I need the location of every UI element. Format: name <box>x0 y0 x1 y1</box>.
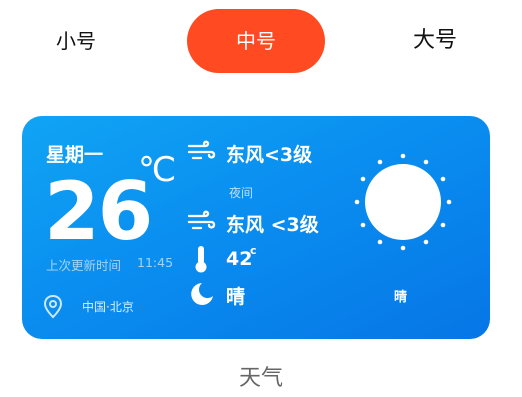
thermometer-icon <box>192 244 210 278</box>
location-pin-icon <box>42 294 64 324</box>
wind-icon <box>187 210 217 238</box>
tab-small[interactable]: 小号 <box>22 9 130 73</box>
current-temperature: 26 <box>44 165 153 258</box>
night-temperature: 42 <box>226 248 253 270</box>
updated-time: 11:45 <box>137 255 174 270</box>
night-condition: 晴 <box>226 286 246 308</box>
widget-caption: 天气 <box>238 366 283 391</box>
weekday-label: 星期一 <box>46 144 104 166</box>
day-condition: 晴 <box>394 290 408 305</box>
sun-icon <box>350 149 456 259</box>
weather-widget-card[interactable]: 星期一 26 ℃ 上次更新时间 11:45 中国·北京 东风<3级 夜间 东风 … <box>22 116 490 339</box>
night-temperature-unit: c <box>250 244 257 257</box>
night-wind-text: 东风 <3级 <box>226 214 319 236</box>
tab-large[interactable]: 大号 <box>380 9 490 73</box>
updated-label: 上次更新时间 <box>46 258 122 273</box>
night-label: 夜间 <box>229 186 254 200</box>
tab-medium[interactable]: 中号 <box>187 9 325 73</box>
day-wind-text: 东风<3级 <box>226 144 313 166</box>
temperature-unit: ℃ <box>138 150 177 190</box>
location-label: 中国·北京 <box>82 300 134 314</box>
wind-icon <box>187 140 217 168</box>
moon-icon <box>188 280 216 312</box>
